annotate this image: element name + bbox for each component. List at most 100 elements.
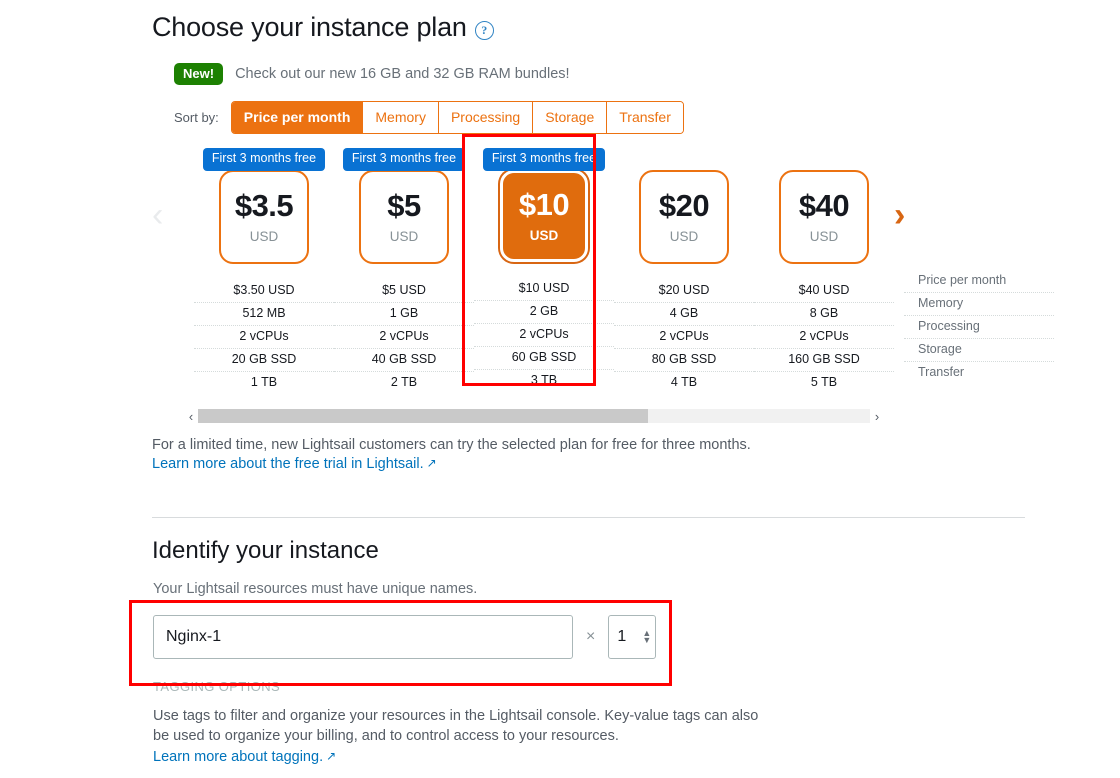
plan-card-5[interactable]: First 3 months free $5 USD $5 USD 1 GB 2…: [334, 148, 474, 394]
tagging-learn-more-link[interactable]: Learn more about tagging. ↗: [153, 749, 336, 765]
sort-by-row: Sort by: Price per month Memory Processi…: [174, 101, 1032, 134]
tagging-options-label: TAGGING OPTIONS: [153, 679, 281, 694]
plan-currency: USD: [809, 229, 839, 245]
spec-price: $3.50 USD: [194, 280, 334, 303]
scrollbar-track[interactable]: [198, 409, 870, 423]
free-trial-ribbon: First 3 months free: [342, 148, 466, 171]
link-text: Learn more about tagging.: [153, 749, 324, 765]
row-label-processing: Processing: [904, 316, 1054, 339]
spec-memory: 4 GB: [614, 303, 754, 326]
tab-price-per-month[interactable]: Price per month: [231, 102, 364, 133]
spec-memory: 1 GB: [334, 303, 474, 326]
sort-tabs: Price per month Memory Processing Storag…: [230, 101, 684, 134]
tagging-description: Use tags to filter and organize your res…: [153, 706, 773, 767]
plan-currency: USD: [389, 229, 419, 245]
free-trial-note: For a limited time, new Lightsail custom…: [152, 435, 912, 473]
sort-by-label: Sort by:: [174, 110, 219, 125]
new-bundles-row: New! Check out our new 16 GB and 32 GB R…: [174, 63, 1032, 85]
spec-storage: 60 GB SSD: [474, 347, 614, 370]
link-text: Learn more about the free trial in Light…: [152, 456, 424, 472]
spec-price: $20 USD: [614, 280, 754, 303]
plan-tile[interactable]: $3.5 USD: [219, 170, 309, 264]
tagging-description-text: Use tags to filter and organize your res…: [153, 708, 759, 744]
stepper-down-icon[interactable]: ▼: [642, 636, 651, 645]
scrollbar-right-arrow-icon[interactable]: ›: [870, 410, 884, 423]
quantity-stepper[interactable]: 1 ▲ ▼: [608, 615, 657, 659]
carousel-scrollbar[interactable]: ‹ ›: [184, 408, 884, 424]
spec-memory: 8 GB: [754, 303, 894, 326]
plan-tile[interactable]: $5 USD: [359, 170, 449, 264]
new-bundles-text: Check out our new 16 GB and 32 GB RAM bu…: [235, 66, 570, 82]
lightsail-create-instance-page: Choose your instance plan ? New! Check o…: [0, 0, 1120, 778]
tab-processing[interactable]: Processing: [438, 102, 534, 133]
plan-currency: USD: [529, 228, 559, 244]
plan-card-20[interactable]: $20 USD $20 USD 4 GB 2 vCPUs 80 GB SSD 4…: [614, 148, 754, 394]
trial-note-text: For a limited time, new Lightsail custom…: [152, 437, 751, 453]
multiplier-symbol: ×: [586, 628, 596, 645]
plan-specs: $40 USD 8 GB 2 vCPUs 160 GB SSD 5 TB: [754, 280, 894, 394]
scrollbar-thumb[interactable]: [198, 409, 649, 423]
spec-storage: 40 GB SSD: [334, 349, 474, 372]
tab-storage[interactable]: Storage: [533, 102, 608, 133]
stepper-spinner-icon[interactable]: ▲ ▼: [642, 629, 651, 645]
row-label-price: Price per month: [904, 270, 1054, 293]
spec-price: $10 USD: [474, 278, 614, 301]
page-title: Choose your instance plan: [152, 12, 467, 42]
spec-processing: 2 vCPUs: [194, 326, 334, 349]
plan-currency: USD: [249, 229, 279, 245]
instance-plan-section: Choose your instance plan ? New! Check o…: [152, 10, 1054, 472]
spec-processing: 2 vCPUs: [614, 326, 754, 349]
plan-card-3-5[interactable]: First 3 months free $3.5 USD $3.50 USD 5…: [194, 148, 334, 394]
plan-specs: $3.50 USD 512 MB 2 vCPUs 20 GB SSD 1 TB: [194, 280, 334, 394]
instance-name-input[interactable]: [153, 615, 573, 659]
free-trial-ribbon: First 3 months free: [482, 148, 606, 171]
spec-transfer: 2 TB: [390, 375, 418, 389]
plan-specs: $5 USD 1 GB 2 vCPUs 40 GB SSD 2 TB: [334, 280, 474, 394]
plan-price: $5: [387, 188, 421, 224]
plan-specs: $10 USD 2 GB 2 vCPUs 60 GB SSD 3 TB: [474, 278, 614, 392]
plan-price: $40: [798, 188, 850, 224]
spec-transfer: 1 TB: [250, 375, 278, 389]
plan-specs: $20 USD 4 GB 2 vCPUs 80 GB SSD 4 TB: [614, 280, 754, 394]
row-label-memory: Memory: [904, 293, 1054, 316]
plan-price: $10: [518, 187, 570, 223]
plan-card-10-selected[interactable]: First 3 months free $10 USD $10 USD 2 GB…: [474, 148, 614, 394]
carousel-prev-chevron-icon[interactable]: ‹: [152, 198, 163, 232]
spec-processing: 2 vCPUs: [754, 326, 894, 349]
plan-tile[interactable]: $20 USD: [639, 170, 729, 264]
spec-price: $5 USD: [334, 280, 474, 303]
spec-transfer: 4 TB: [670, 375, 698, 389]
external-link-icon: ↗: [426, 456, 437, 470]
spec-storage: 160 GB SSD: [754, 349, 894, 372]
plan-carousel: ‹ › First 3 months free $3.5 USD $3.50 U…: [152, 148, 1054, 472]
row-label-storage: Storage: [904, 339, 1054, 362]
tab-memory[interactable]: Memory: [363, 102, 439, 133]
spec-processing: 2 vCPUs: [474, 324, 614, 347]
question-mark-circle-icon[interactable]: ?: [474, 20, 494, 40]
identify-subtitle: Your Lightsail resources must have uniqu…: [153, 581, 478, 597]
plan-price: $20: [658, 188, 710, 224]
spec-memory: 2 GB: [474, 301, 614, 324]
spec-transfer: 5 TB: [810, 375, 838, 389]
spec-storage: 20 GB SSD: [194, 349, 334, 372]
identify-title: Identify your instance: [152, 537, 379, 564]
spec-storage: 80 GB SSD: [614, 349, 754, 372]
scrollbar-left-arrow-icon[interactable]: ‹: [184, 410, 198, 423]
external-link-icon: ↗: [326, 749, 337, 763]
free-trial-ribbon: First 3 months free: [202, 148, 326, 171]
section-divider: [152, 517, 1025, 518]
row-label-transfer: Transfer: [918, 365, 965, 379]
spec-memory: 512 MB: [194, 303, 334, 326]
spec-price: $40 USD: [754, 280, 894, 303]
spec-transfer: 3 TB: [530, 373, 558, 387]
tab-transfer[interactable]: Transfer: [607, 102, 683, 133]
spec-row-labels: Price per month Memory Processing Storag…: [904, 148, 1054, 394]
plan-tile[interactable]: $10 USD: [500, 170, 588, 262]
plan-currency: USD: [669, 229, 699, 245]
quantity-value[interactable]: 1: [617, 628, 642, 646]
plan-tile[interactable]: $40 USD: [779, 170, 869, 264]
plan-card-40[interactable]: $40 USD $40 USD 8 GB 2 vCPUs 160 GB SSD …: [754, 148, 894, 394]
plan-price: $3.5: [234, 188, 294, 224]
plan-heading-row: Choose your instance plan ?: [152, 10, 1032, 44]
free-trial-learn-more-link[interactable]: Learn more about the free trial in Light…: [152, 456, 437, 472]
